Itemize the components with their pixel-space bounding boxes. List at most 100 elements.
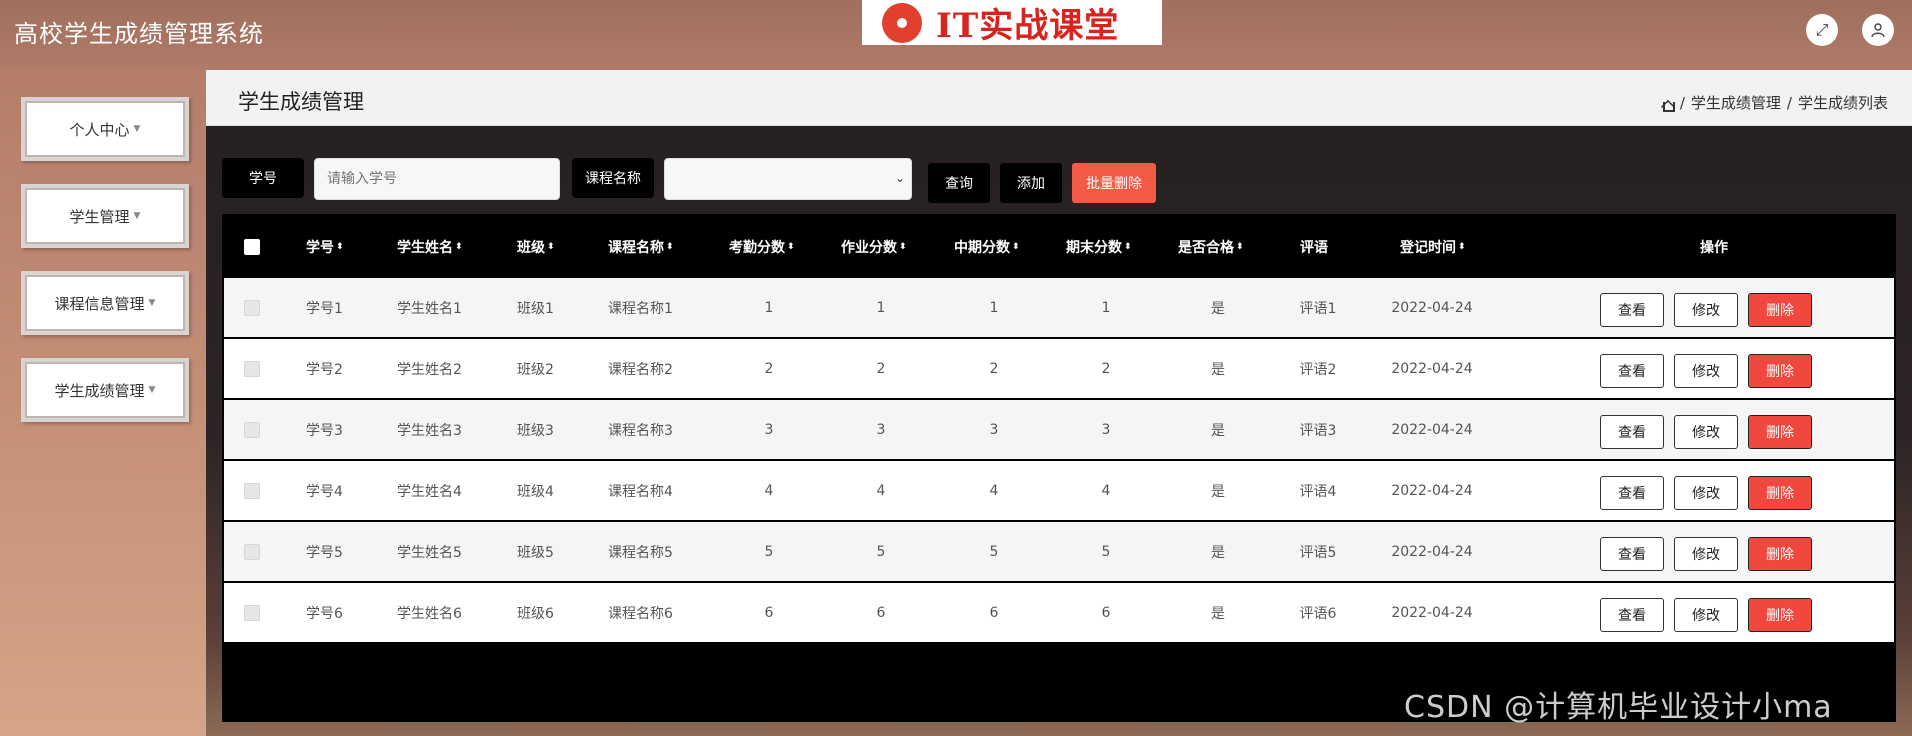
col-header-final[interactable]: 期末分数 ⬍ — [1066, 216, 1132, 278]
cell-comment: 评语3 — [1299, 422, 1337, 439]
cell-attendance: 2 — [764, 360, 774, 377]
edit-button[interactable]: 修改 — [1674, 598, 1738, 632]
delete-button[interactable]: 删除 — [1748, 537, 1812, 571]
cell-attendance: 3 — [764, 421, 774, 438]
cell-passed: 是 — [1211, 544, 1225, 561]
cell-passed: 是 — [1211, 300, 1225, 317]
cell-student-name: 学生姓名5 — [397, 544, 462, 561]
cell-student-no: 学号1 — [306, 300, 343, 317]
page-title: 学生成绩管理 — [238, 90, 364, 114]
home-icon[interactable] — [1660, 96, 1675, 112]
cell-student-no: 学号3 — [306, 422, 343, 439]
delete-button[interactable]: 删除 — [1748, 293, 1812, 327]
cell-reg-time: 2022-04-24 — [1391, 604, 1473, 621]
delete-button[interactable]: 删除 — [1748, 415, 1812, 449]
cell-course: 课程名称6 — [608, 605, 673, 622]
chevron-down-icon: ⌄ — [894, 171, 905, 185]
cell-attendance: 4 — [764, 482, 774, 499]
edit-button[interactable]: 修改 — [1674, 476, 1738, 510]
cell-class: 班级1 — [517, 300, 554, 317]
cell-midterm: 4 — [989, 482, 999, 499]
fullscreen-icon[interactable]: ⤢ — [1806, 14, 1838, 46]
col-header-label: 期末分数 — [1066, 240, 1122, 256]
cell-reg-time: 2022-04-24 — [1391, 482, 1473, 499]
logo-mark-icon — [882, 2, 922, 43]
breadcrumb-separator: / — [1786, 93, 1792, 112]
sort-icon: ⬍ — [1458, 242, 1466, 252]
add-button[interactable]: 添加 — [1000, 163, 1062, 203]
cell-class: 班级5 — [517, 544, 554, 561]
caret-down-icon: ▼ — [148, 385, 156, 395]
col-header-course[interactable]: 课程名称 ⬍ — [608, 216, 674, 278]
delete-button[interactable]: 删除 — [1748, 354, 1812, 388]
user-icon[interactable] — [1862, 14, 1894, 46]
cell-student-no: 学号4 — [306, 483, 343, 500]
row-checkbox[interactable] — [244, 278, 260, 337]
row-checkbox[interactable] — [244, 461, 260, 520]
sort-icon: ⬍ — [1124, 242, 1132, 252]
view-button[interactable]: 查看 — [1600, 537, 1664, 571]
edit-button[interactable]: 修改 — [1674, 415, 1738, 449]
logo-text: IT实战课堂 — [936, 6, 1120, 46]
page-header: 学生成绩管理 / 学生成绩管理 / 学生成绩列表 — [206, 70, 1912, 126]
row-checkbox[interactable] — [244, 522, 260, 581]
view-button[interactable]: 查看 — [1600, 415, 1664, 449]
cell-midterm: 2 — [989, 360, 999, 377]
table-row: 学号6 学生姓名6 班级6 课程名称6 6 6 6 6 是 评语6 2022-04-24 查看 修改 删除 — [224, 583, 1894, 643]
col-header-label: 考勤分数 — [729, 240, 785, 256]
sidebar-item-course-management[interactable]: 课程信息管理 ▼ — [21, 271, 189, 335]
cell-homework: 4 — [876, 482, 886, 499]
course-name-select[interactable]: ⌄ — [664, 158, 912, 200]
sidebar-item-score-management[interactable]: 学生成绩管理 ▼ — [21, 358, 189, 422]
cell-reg-time: 2022-04-24 — [1391, 299, 1473, 316]
cell-course: 课程名称1 — [608, 300, 673, 317]
edit-button[interactable]: 修改 — [1674, 293, 1738, 327]
sidebar-item-personal-center[interactable]: 个人中心 ▼ — [21, 97, 189, 161]
cell-passed: 是 — [1211, 605, 1225, 622]
student-no-label: 学号 — [222, 158, 304, 198]
col-header-reg-time[interactable]: 登记时间 ⬍ — [1400, 216, 1466, 278]
sidebar-item-student-management[interactable]: 学生管理 ▼ — [21, 184, 189, 248]
cell-comment: 评语2 — [1299, 361, 1337, 378]
col-header-label: 中期分数 — [954, 240, 1010, 256]
cell-homework: 2 — [876, 360, 886, 377]
cell-course: 课程名称4 — [608, 483, 673, 500]
col-header-class[interactable]: 班级 ⬍ — [517, 216, 555, 278]
checkbox-box — [244, 543, 260, 560]
view-button[interactable]: 查看 — [1600, 476, 1664, 510]
col-header-ops: 操作 — [1700, 216, 1728, 278]
view-button[interactable]: 查看 — [1600, 354, 1664, 388]
col-header-student-name[interactable]: 学生姓名 ⬍ — [397, 216, 463, 278]
col-header-student-no[interactable]: 学号 ⬍ — [306, 216, 344, 278]
col-header-midterm[interactable]: 中期分数 ⬍ — [954, 216, 1020, 278]
col-header-label: 班级 — [517, 240, 545, 256]
edit-button[interactable]: 修改 — [1674, 354, 1738, 388]
cell-student-name: 学生姓名3 — [397, 422, 462, 439]
edit-button[interactable]: 修改 — [1674, 537, 1738, 571]
col-header-attendance[interactable]: 考勤分数 ⬍ — [729, 216, 795, 278]
cell-class: 班级4 — [517, 483, 554, 500]
view-button[interactable]: 查看 — [1600, 598, 1664, 632]
caret-down-icon: ▼ — [133, 124, 141, 134]
breadcrumb-item: 学生成绩列表 — [1797, 94, 1888, 112]
select-all-checkbox[interactable] — [244, 216, 260, 278]
cell-student-name: 学生姓名4 — [397, 483, 462, 500]
row-checkbox[interactable] — [244, 339, 260, 398]
breadcrumb: / 学生成绩管理 / 学生成绩列表 — [1660, 92, 1888, 113]
delete-button[interactable]: 删除 — [1748, 476, 1812, 510]
delete-button[interactable]: 删除 — [1748, 598, 1812, 632]
cell-student-name: 学生姓名1 — [397, 300, 462, 317]
col-header-homework[interactable]: 作业分数 ⬍ — [841, 216, 907, 278]
row-checkbox[interactable] — [244, 583, 260, 642]
checkbox-box — [244, 299, 260, 316]
student-no-input[interactable] — [314, 158, 560, 200]
view-button[interactable]: 查看 — [1600, 293, 1664, 327]
cell-course: 课程名称3 — [608, 422, 673, 439]
batch-delete-button[interactable]: 批量删除 — [1072, 163, 1156, 203]
checkbox-box — [244, 239, 260, 255]
table-header: 学号 ⬍ 学生姓名 ⬍ 班级 ⬍ 课程名称 ⬍ 考勤分数 ⬍ 作业分数 ⬍ 中期分数 ⬍ 期末… — [224, 216, 1894, 278]
breadcrumb-item[interactable]: 学生成绩管理 — [1691, 92, 1781, 113]
col-header-passed[interactable]: 是否合格 ⬍ — [1178, 216, 1244, 278]
query-button[interactable]: 查询 — [928, 163, 990, 203]
row-checkbox[interactable] — [244, 400, 260, 459]
